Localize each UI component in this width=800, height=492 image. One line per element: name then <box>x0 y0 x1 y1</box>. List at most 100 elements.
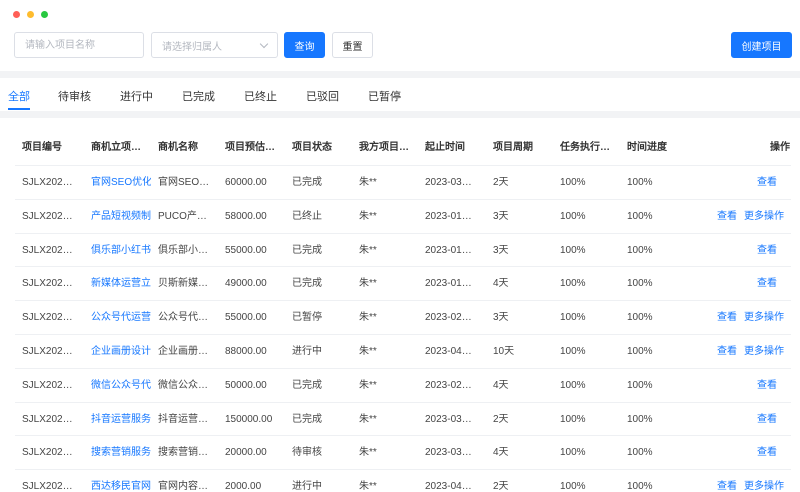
view-button[interactable]: 查看 <box>717 301 737 335</box>
table-row: SJLX202… 搜索营销服务 搜索营销… 20000.00 待审核 朱** 2023-03… <box>15 435 791 469</box>
table-cell: 100% <box>560 346 586 357</box>
table-row: SJLX202… 抖音运营服务 抖音运营… 150000.00 已完成 朱** 2023-0… <box>15 401 791 437</box>
tab-paused[interactable]: 已暂停 <box>368 88 401 104</box>
table-cell: 官网内容… <box>158 481 208 492</box>
table-row: SJLX202… 微信公众号代 微信公众… 50000.00 已完成 朱** 2023-02… <box>15 367 791 403</box>
project-link[interactable]: 西达移民官网 <box>91 470 151 492</box>
project-link[interactable]: 微信公众号代 <box>91 369 151 403</box>
table-row: SJLX202… 公众号代运营 公众号代… 55000.00 已暂停 朱** 2023-02… <box>15 300 791 334</box>
table-cell: 100% <box>560 413 586 425</box>
project-link[interactable]: 企业画册设计 <box>91 335 151 369</box>
table-cell: SJLX202… <box>22 379 73 391</box>
table-cell: 2023-01… <box>425 244 472 256</box>
table-cell: 进行中 <box>292 346 322 357</box>
table-cell: 贝斯新媒… <box>158 278 208 290</box>
divider-band <box>0 71 800 78</box>
view-button[interactable]: 查看 <box>757 369 777 403</box>
table-cell: 10天 <box>493 346 515 357</box>
table-cell: 100% <box>627 413 653 425</box>
table-cell: 2023-01… <box>425 278 472 290</box>
project-name-input[interactable] <box>14 32 144 58</box>
table-row: SJLX202… 产品短视频制 PUCO产… 58000.00 已终止 朱** 2023-0… <box>15 198 791 234</box>
chevron-down-icon <box>259 39 269 48</box>
table-cell: 朱** <box>359 278 377 290</box>
create-project-button[interactable]: 创建项目 <box>731 32 792 58</box>
table-cell: 已终止 <box>292 210 322 222</box>
view-button[interactable]: 查看 <box>717 200 737 234</box>
project-link[interactable]: 搜索营销服务 <box>91 436 151 470</box>
project-link[interactable]: 俱乐部小红书 <box>91 234 151 268</box>
more-actions-button[interactable]: 更多操作 <box>744 335 784 369</box>
tab-pending-review[interactable]: 待审核 <box>58 88 91 104</box>
column-header: 时间进度 <box>627 142 667 153</box>
owner-select-placeholder: 请选择归属人 <box>162 41 222 53</box>
table-cell: 100% <box>560 177 586 188</box>
table-cell: 20000.00 <box>225 447 267 459</box>
table-cell: 朱** <box>359 481 377 492</box>
search-toolbar: 请选择归属人 查询 重置 创建项目 <box>14 32 792 58</box>
view-button[interactable]: 查看 <box>757 267 777 301</box>
table-cell: 4天 <box>493 278 509 290</box>
close-window-icon[interactable] <box>13 11 20 18</box>
table-cell: 官网SEO… <box>158 177 210 188</box>
status-tabs: 全部 待审核 进行中 已完成 已终止 已驳回 已暂停 <box>0 80 800 110</box>
table-cell: 49000.00 <box>225 278 267 290</box>
table-cell: 微信公众… <box>158 379 208 391</box>
column-header: 项目状态 <box>292 142 332 153</box>
table-cell: SJLX202… <box>22 210 73 222</box>
table-cell: 88000.00 <box>225 346 267 357</box>
project-link[interactable]: 产品短视频制 <box>91 200 151 234</box>
tab-all[interactable]: 全部 <box>8 88 30 104</box>
owner-select[interactable]: 请选择归属人 <box>151 32 278 58</box>
more-actions-button[interactable]: 更多操作 <box>744 301 784 335</box>
reset-button[interactable]: 重置 <box>332 32 373 58</box>
project-link[interactable]: 抖音运营服务 <box>91 403 151 437</box>
table-cell: 55000.00 <box>225 312 267 324</box>
project-link[interactable]: 官网SEO优化 <box>91 166 151 200</box>
tab-in-progress[interactable]: 进行中 <box>120 88 153 104</box>
column-header: 商机立项… <box>91 142 141 153</box>
table-cell: 2天 <box>493 177 509 188</box>
tab-terminated[interactable]: 已终止 <box>244 88 277 104</box>
view-button[interactable]: 查看 <box>757 403 777 437</box>
table-cell: 2023-03… <box>425 177 472 188</box>
table-cell: 朱** <box>359 210 377 222</box>
table-row: SJLX202… 西达移民官网 官网内容… 2000.00 进行中 朱** 2023-04…… <box>15 469 791 492</box>
project-link[interactable]: 新媒体运营立 <box>91 267 151 301</box>
table-cell: 100% <box>627 447 653 459</box>
table-row: SJLX202… 俱乐部小红书 俱乐部小… 55000.00 已完成 朱** 2023-01… <box>15 232 791 268</box>
table-cell: 已暂停 <box>292 312 322 324</box>
view-button[interactable]: 查看 <box>757 166 777 200</box>
table-cell: 2023-04… <box>425 346 472 357</box>
maximize-window-icon[interactable] <box>41 11 48 18</box>
table-cell: 朱** <box>359 413 377 425</box>
minimize-window-icon[interactable] <box>27 11 34 18</box>
view-button[interactable]: 查看 <box>717 335 737 369</box>
view-button[interactable]: 查看 <box>757 436 777 470</box>
column-header: 项目周期 <box>493 142 533 153</box>
table-cell: 100% <box>627 346 653 357</box>
column-header: 项目预估… <box>225 142 275 153</box>
column-header: 项目编号 <box>22 142 62 153</box>
table-cell: 已完成 <box>292 413 322 425</box>
view-button[interactable]: 查看 <box>757 234 777 268</box>
table-cell: 4天 <box>493 447 509 459</box>
table-cell: 搜索营销… <box>158 447 208 459</box>
table-row: SJLX202… 官网SEO优化 官网SEO… 60000.00 已完成 朱** 2023-… <box>15 165 791 199</box>
more-actions-button[interactable]: 更多操作 <box>744 200 784 234</box>
table-cell: 100% <box>560 481 586 492</box>
table-cell: 朱** <box>359 312 377 324</box>
view-button[interactable]: 查看 <box>717 470 737 492</box>
table-cell: 100% <box>627 244 653 256</box>
table-cell: 100% <box>627 177 653 188</box>
active-tab-indicator <box>8 108 30 110</box>
tab-rejected[interactable]: 已驳回 <box>306 88 339 104</box>
column-header: 操作 <box>770 142 790 153</box>
project-link[interactable]: 公众号代运营 <box>91 301 151 335</box>
tab-completed[interactable]: 已完成 <box>182 88 215 104</box>
table-cell: 150000.00 <box>225 413 273 425</box>
query-button[interactable]: 查询 <box>284 32 325 58</box>
table-cell: 朱** <box>359 447 377 459</box>
more-actions-button[interactable]: 更多操作 <box>744 470 784 492</box>
table-row: SJLX202… 企业画册设计 企业画册… 88000.00 进行中 朱** 2023-04… <box>15 334 791 368</box>
